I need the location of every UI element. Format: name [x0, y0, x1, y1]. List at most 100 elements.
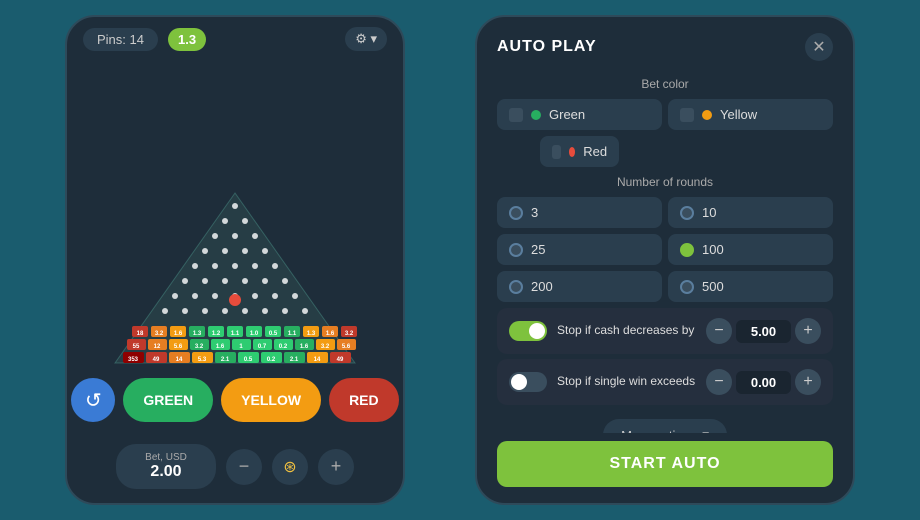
svg-text:5.6: 5.6: [342, 344, 351, 350]
svg-text:2.1: 2.1: [290, 357, 299, 363]
bet-display: Bet, USD 2.00: [116, 444, 216, 489]
svg-text:49: 49: [153, 357, 160, 363]
round-100[interactable]: 100: [668, 234, 833, 265]
chevron-down-icon: ▾: [702, 427, 709, 433]
svg-text:2.1: 2.1: [221, 357, 230, 363]
autoplay-title: AUTO PLAY: [497, 38, 597, 56]
round-500-radio: [680, 280, 694, 294]
settings-icon: ⚙ ▾: [355, 31, 377, 46]
green-color-name: Green: [549, 107, 585, 122]
stop-win-toggle[interactable]: [509, 372, 547, 392]
svg-text:0.7: 0.7: [258, 344, 267, 350]
round-100-radio: [680, 243, 694, 257]
round-3-value: 3: [531, 205, 538, 220]
round-200-value: 200: [531, 279, 553, 294]
svg-text:3.2: 3.2: [321, 344, 330, 350]
yellow-dot: [702, 110, 712, 120]
rounds-label: Number of rounds: [497, 175, 833, 189]
stop-cash-row: Stop if cash decreases by − 5.00 +: [497, 308, 833, 354]
svg-text:18: 18: [137, 331, 144, 337]
bet-minus-button[interactable]: −: [226, 449, 262, 485]
svg-text:14: 14: [176, 357, 183, 363]
svg-text:1.0: 1.0: [250, 331, 259, 337]
autoplay-body: Bet color Green Yellow: [477, 69, 853, 433]
svg-text:5.3: 5.3: [198, 357, 207, 363]
bet-area: Bet, USD 2.00 − ⊛ +: [67, 436, 403, 503]
autoplay-header: AUTO PLAY ✕: [477, 17, 853, 69]
red-dot: [569, 147, 575, 157]
svg-text:1.6: 1.6: [300, 344, 309, 350]
start-auto-button[interactable]: START AUTO: [497, 441, 833, 487]
win-plus-btn[interactable]: +: [795, 369, 821, 395]
toggle-knob-win: [511, 374, 527, 390]
svg-text:3.2: 3.2: [155, 331, 164, 337]
color-option-green[interactable]: Green: [497, 99, 662, 130]
pins-badge: Pins: 14: [83, 28, 158, 51]
svg-text:0.5: 0.5: [244, 357, 253, 363]
yellow-color-name: Yellow: [720, 107, 757, 122]
bet-value: 2.00: [136, 463, 196, 481]
bet-label: Bet, USD: [136, 452, 196, 463]
stop-win-label: Stop if single win exceeds: [557, 374, 696, 390]
round-10-value: 10: [702, 205, 716, 220]
left-header: Pins: 14 1.3 ⚙ ▾: [67, 17, 403, 61]
round-3[interactable]: 3: [497, 197, 662, 228]
svg-text:12: 12: [154, 344, 161, 350]
cash-minus-btn[interactable]: −: [706, 318, 732, 344]
bet-plus-button[interactable]: +: [318, 449, 354, 485]
round-10-radio: [680, 206, 694, 220]
round-10[interactable]: 10: [668, 197, 833, 228]
right-phone: AUTO PLAY ✕ Bet color Green Ye: [475, 15, 855, 505]
stop-cash-control: − 5.00 +: [706, 318, 821, 344]
green-button[interactable]: GREEN: [123, 378, 213, 422]
stop-cash-label: Stop if cash decreases by: [557, 323, 696, 339]
more-options-label: More options: [621, 428, 696, 434]
yellow-button[interactable]: YELLOW: [221, 378, 321, 422]
red-checkbox: [552, 145, 561, 159]
round-500[interactable]: 500: [668, 271, 833, 302]
svg-text:1.1: 1.1: [231, 331, 240, 337]
stop-cash-toggle[interactable]: [509, 321, 547, 341]
bet-color-label: Bet color: [497, 77, 833, 91]
color-option-yellow[interactable]: Yellow: [668, 99, 833, 130]
svg-text:0.2: 0.2: [267, 357, 276, 363]
svg-text:0.5: 0.5: [269, 331, 278, 337]
round-25-value: 25: [531, 242, 545, 257]
svg-text:14: 14: [314, 357, 321, 363]
svg-text:49: 49: [337, 357, 344, 363]
round-25[interactable]: 25: [497, 234, 662, 265]
round-200[interactable]: 200: [497, 271, 662, 302]
rounds-grid: 3 10 25 100 200: [497, 197, 833, 302]
stop-win-row: Stop if single win exceeds − 0.00 +: [497, 359, 833, 405]
svg-text:3.2: 3.2: [345, 331, 354, 337]
coin-icon: ⊛: [272, 449, 308, 485]
red-color-name: Red: [583, 144, 607, 159]
more-options-button[interactable]: More options ▾: [603, 419, 727, 433]
round-25-radio: [509, 243, 523, 257]
green-checkbox: [509, 108, 523, 122]
svg-text:353: 353: [128, 357, 139, 363]
svg-text:1.6: 1.6: [216, 344, 225, 350]
refresh-button[interactable]: ↺: [71, 378, 115, 422]
svg-text:55: 55: [133, 344, 140, 350]
svg-text:1.6: 1.6: [174, 331, 183, 337]
svg-text:0.2: 0.2: [279, 344, 288, 350]
green-dot: [531, 110, 541, 120]
round-500-value: 500: [702, 279, 724, 294]
color-option-red[interactable]: Red: [540, 136, 619, 167]
svg-text:1.6: 1.6: [326, 331, 335, 337]
round-100-value: 100: [702, 242, 724, 257]
win-value: 0.00: [736, 371, 791, 394]
settings-button[interactable]: ⚙ ▾: [345, 27, 387, 51]
game-area: 18 3.2 1.6 1.3 1.2 1.1 1.0 0.5 1: [67, 61, 403, 436]
close-button[interactable]: ✕: [805, 33, 833, 61]
yellow-checkbox: [680, 108, 694, 122]
toggle-knob-cash: [529, 323, 545, 339]
multiplier-badge: 1.3: [168, 28, 206, 51]
cash-value: 5.00: [736, 320, 791, 343]
red-button[interactable]: RED: [329, 378, 399, 422]
round-3-radio: [509, 206, 523, 220]
win-minus-btn[interactable]: −: [706, 369, 732, 395]
bet-color-grid: Green Yellow Red: [497, 99, 833, 167]
cash-plus-btn[interactable]: +: [795, 318, 821, 344]
